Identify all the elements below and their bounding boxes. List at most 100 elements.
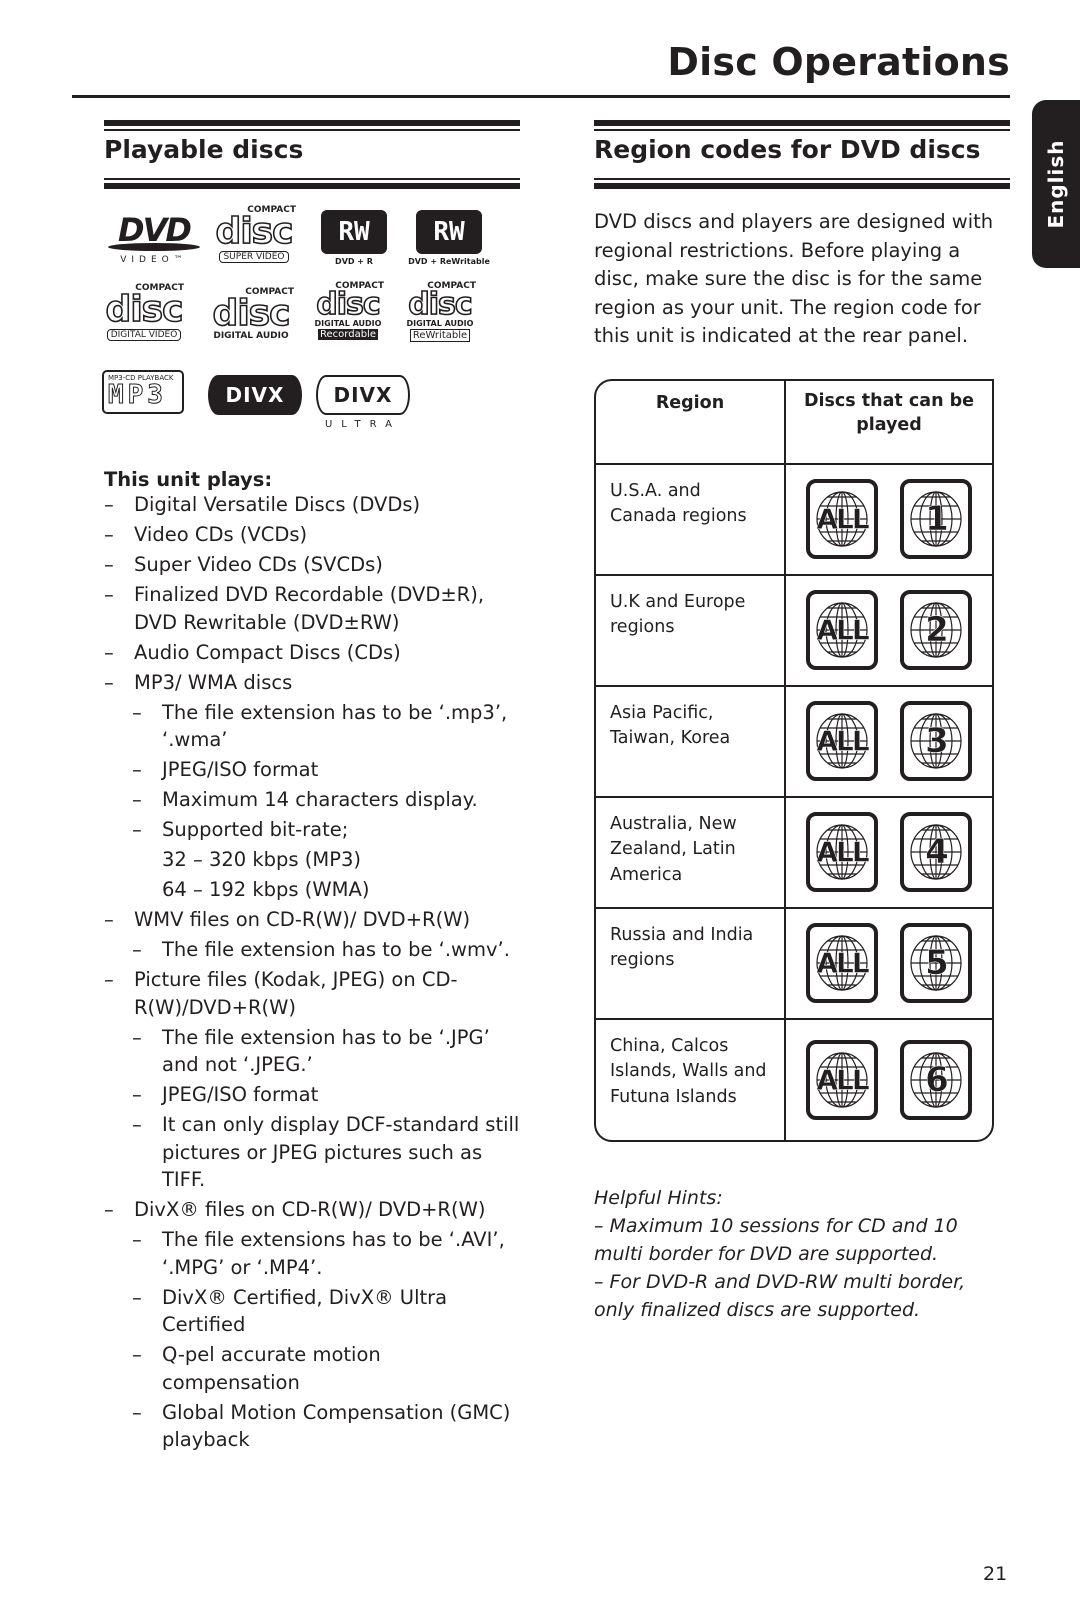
region-code-label: 2 bbox=[925, 610, 949, 651]
logo-main: disc bbox=[315, 287, 381, 322]
divx-ultra-logo: DIVX ULTRA bbox=[316, 375, 410, 430]
logo-sub: VIDEO™ bbox=[120, 255, 188, 265]
logo-main: RW bbox=[416, 210, 482, 254]
dvd-plus-rw-logo: RW DVD + ReWritable bbox=[404, 210, 494, 266]
logo-sub: ULTRA bbox=[324, 419, 401, 430]
divider bbox=[594, 120, 1010, 126]
region-codes: ALL 2 bbox=[786, 576, 992, 685]
logo-main: MP3 bbox=[108, 380, 167, 410]
list-item: The file extension has to be ‘.JPG’ and … bbox=[104, 1024, 520, 1079]
region-code-label: ALL bbox=[816, 835, 870, 869]
list-item: DivX® Certified, DivX® Ultra Certified bbox=[104, 1284, 520, 1339]
logo-sub: DIGITAL AUDIO bbox=[314, 319, 382, 328]
region-code-badge: ALL bbox=[806, 479, 878, 559]
cd-rw-logo: COMPACT disc DIGITAL AUDIO ReWritable bbox=[404, 282, 476, 342]
region-code-label: 3 bbox=[925, 721, 949, 762]
list-item: The file extensions has to be ‘.AVI’, ‘.… bbox=[104, 1226, 520, 1281]
logo-main: DIVX bbox=[316, 375, 410, 415]
logo-main: disc bbox=[105, 289, 184, 330]
divider bbox=[104, 120, 520, 126]
region-code-badge: ALL bbox=[806, 590, 878, 670]
region-code-label: ALL bbox=[816, 502, 870, 536]
table-row: Russia and India regions ALL 5 bbox=[596, 908, 992, 1020]
mp3-logo: MP3-CD PLAYBACK MP3 bbox=[102, 370, 184, 414]
logo-sub2: Recordable bbox=[318, 329, 378, 340]
region-codes: ALL 3 bbox=[786, 687, 992, 796]
page-number: 21 bbox=[983, 1563, 1008, 1585]
region-code-label: ALL bbox=[816, 946, 870, 980]
region-code-badge: 2 bbox=[900, 590, 972, 670]
list-item: It can only display DCF-standard still p… bbox=[104, 1111, 520, 1194]
playable-list: Digital Versatile Discs (DVDs)Video CDs … bbox=[104, 491, 520, 1454]
list-item: Audio Compact Discs (CDs) bbox=[104, 639, 520, 667]
list-item: The file extension has to be ‘.mp3’, ‘.w… bbox=[104, 699, 520, 754]
divider bbox=[104, 129, 520, 131]
region-code-badge: ALL bbox=[806, 812, 878, 892]
region-codes: ALL 6 bbox=[786, 1020, 992, 1140]
region-code-label: ALL bbox=[816, 724, 870, 758]
list-item: Supported bit-rate; bbox=[104, 816, 520, 844]
logo-main: disc bbox=[212, 293, 291, 334]
region-code-label: 1 bbox=[925, 499, 949, 540]
mp3-badge: MP3-CD PLAYBACK MP3 bbox=[102, 370, 184, 414]
disc-ellipse-icon bbox=[108, 243, 200, 251]
logo-main: DIVX bbox=[208, 375, 302, 415]
page-title: Disc Operations bbox=[667, 40, 1010, 84]
logo-sub: DIGITAL VIDEO bbox=[106, 329, 182, 341]
table-header: Region Discs that can be played bbox=[596, 380, 992, 465]
list-item: Maximum 14 characters display. bbox=[104, 786, 520, 814]
table-row: Australia, New Zealand, Latin America ALL… bbox=[596, 797, 992, 909]
region-code-badge: 4 bbox=[900, 812, 972, 892]
divider bbox=[594, 178, 1010, 180]
cd-da-logo: COMPACT disc DIGITAL AUDIO bbox=[208, 288, 294, 342]
hints-title: Helpful Hints: bbox=[594, 1186, 723, 1209]
hint-item: – For DVD-R and DVD-RW multi border, onl… bbox=[594, 1270, 966, 1321]
language-tab-label: English bbox=[1044, 139, 1068, 229]
divider bbox=[594, 129, 1010, 131]
list-item: The file extension has to be ‘.wmv’. bbox=[104, 936, 520, 964]
list-item: MP3/ WMA discs bbox=[104, 669, 520, 697]
list-item: Finalized DVD Recordable (DVD±R), DVD Re… bbox=[104, 581, 520, 636]
disc-logos: DVD VIDEO™ COMPACT disc SUPER VIDEO RW D… bbox=[102, 206, 520, 440]
table-body: U.S.A. and Canada regions ALL 1 U.K and Eur… bbox=[596, 464, 992, 1140]
region-codes: ALL 1 bbox=[786, 465, 992, 574]
region-codes: ALL 4 bbox=[786, 798, 992, 907]
region-code-label: 6 bbox=[925, 1059, 949, 1100]
region-code-badge: 1 bbox=[900, 479, 972, 559]
logo-sub: DIGITAL AUDIO bbox=[406, 319, 474, 328]
table-row: U.S.A. and Canada regions ALL 1 bbox=[596, 464, 992, 576]
region-codes-section: Region codes for DVD discs DVD discs and… bbox=[594, 120, 1010, 1324]
logo-sub: DVD + R bbox=[335, 257, 373, 266]
header-region: Region bbox=[596, 380, 786, 463]
region-code-badge: 6 bbox=[900, 1039, 972, 1120]
logo-main: disc bbox=[215, 211, 294, 252]
list-item: Global Motion Compensation (GMC) playbac… bbox=[104, 1399, 520, 1454]
cd-r-logo: COMPACT disc DIGITAL AUDIO Recordable bbox=[312, 282, 384, 340]
playable-discs-section: Playable discs DVD VIDEO™ COMPACT disc S… bbox=[102, 120, 520, 1456]
region-code-badge: 3 bbox=[900, 701, 972, 781]
hint-item: – Maximum 10 sessions for CD and 10 mult… bbox=[594, 1214, 958, 1265]
intro-paragraph: DVD discs and players are designed with … bbox=[594, 210, 994, 347]
list-item: Super Video CDs (SVCDs) bbox=[104, 551, 520, 579]
list-item: Digital Versatile Discs (DVDs) bbox=[104, 491, 520, 519]
divider bbox=[594, 183, 1010, 189]
vcd-logo: COMPACT disc DIGITAL VIDEO bbox=[104, 284, 184, 341]
region-name: U.K and Europe regions bbox=[596, 575, 786, 685]
title-rule bbox=[72, 95, 1010, 98]
section-header: Playable discs bbox=[104, 120, 520, 190]
region-table: Region Discs that can be played U.S.A. a… bbox=[594, 378, 994, 1142]
svcd-logo: COMPACT disc SUPER VIDEO bbox=[212, 206, 296, 263]
list-item: WMV files on CD-R(W)/ DVD+R(W) bbox=[104, 906, 520, 934]
table-row: China, Calcos Islands, Walls and Futuna … bbox=[596, 1019, 992, 1140]
region-code-label: 5 bbox=[925, 943, 949, 984]
logo-sub: DVD + ReWritable bbox=[408, 257, 490, 266]
table-row: U.K and Europe regions ALL 2 bbox=[596, 575, 992, 687]
divider bbox=[104, 183, 520, 189]
logo-sub: SUPER VIDEO bbox=[219, 251, 289, 263]
region-code-label: ALL bbox=[816, 1063, 870, 1097]
language-tab: English bbox=[1032, 100, 1080, 268]
dvd-video-logo: DVD VIDEO™ bbox=[104, 210, 204, 270]
list-item: Picture files (Kodak, JPEG) on CD-R(W)/D… bbox=[104, 966, 520, 1021]
logo-main: disc bbox=[407, 287, 473, 322]
section-header: Region codes for DVD discs bbox=[594, 120, 1010, 190]
